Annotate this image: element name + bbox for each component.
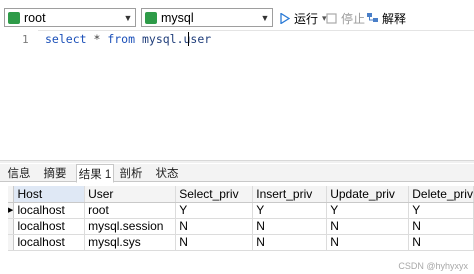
table-row[interactable]: ▶ localhost root Y Y Y Y [8,202,474,219]
table-cell[interactable]: localhost [13,202,86,219]
table-cell[interactable]: mysql.session [84,218,177,235]
tab-status[interactable]: 状态 [150,164,184,182]
result-table: Host User Select_priv Insert_priv Update… [8,186,474,251]
explain-button[interactable]: 解释 [366,9,406,27]
stop-icon [325,12,338,25]
table-cell[interactable]: localhost [13,218,86,235]
play-icon [278,12,291,25]
table-cell[interactable]: localhost [13,234,86,251]
sql-code-line[interactable]: select * from mysql.user [45,32,211,46]
column-header-delete-priv[interactable]: Delete_priv [408,186,474,203]
run-button[interactable]: 运行 ▾ [278,9,327,27]
text-caret [188,32,189,46]
table-cell[interactable]: N [175,218,254,235]
run-label: 运行 [294,11,319,26]
explain-label: 解释 [382,11,407,26]
table-cell[interactable]: root [84,202,177,219]
column-header-insert-priv[interactable]: Insert_priv [252,186,328,203]
table-cell[interactable]: mysql.sys [84,234,177,251]
select-keyword: select [45,32,87,46]
chevron-down-icon[interactable]: ▼ [258,9,272,26]
table-cell[interactable]: N [252,234,328,251]
tab-profile[interactable]: 剖析 [115,164,147,182]
sql-editor[interactable] [0,30,474,160]
header-row: Host User Select_priv Insert_priv Update… [8,186,474,203]
table-cell[interactable]: N [408,218,474,235]
column-header-user[interactable]: User [84,186,177,203]
table-cell[interactable]: N [175,234,254,251]
stop-button[interactable]: 停止 [325,9,365,27]
tab-info[interactable]: 信息 [3,164,35,182]
table-identifier: mysql.user [141,32,212,46]
table-cell[interactable]: N [326,218,410,235]
database-select[interactable]: mysql ▼ [141,8,273,27]
column-header-host[interactable]: Host [13,186,86,203]
watermark: CSDN @hyhyxyx [398,261,468,271]
table-row[interactable]: localhost mysql.sys N N N N [8,234,474,251]
table-cell[interactable]: N [408,234,474,251]
table-cell[interactable]: Y [408,202,474,219]
star-token: * [86,32,108,46]
database-icon [145,11,157,24]
table-cell[interactable]: N [326,234,410,251]
table-cell[interactable]: Y [326,202,410,219]
connection-select[interactable]: root ▼ [4,8,136,27]
chevron-down-icon[interactable]: ▼ [121,9,135,26]
database-value: mysql [161,10,194,25]
connection-icon [8,11,20,24]
line-number: 1 [22,33,29,46]
table-cell[interactable]: N [252,218,328,235]
tab-summary[interactable]: 摘要 [38,164,72,182]
column-header-update-priv[interactable]: Update_priv [326,186,410,203]
table-cell[interactable]: Y [175,202,254,219]
column-header-select-priv[interactable]: Select_priv [175,186,254,203]
line-number-gutter [0,30,38,160]
from-keyword: from [107,32,136,46]
stop-label: 停止 [341,11,366,26]
connection-value: root [24,10,46,25]
pane-splitter[interactable] [0,160,474,163]
table-row[interactable]: localhost mysql.session N N N N [8,218,474,235]
table-cell[interactable]: Y [252,202,328,219]
tab-result-1[interactable]: 结果 1 [76,164,114,183]
explain-icon [366,12,379,25]
